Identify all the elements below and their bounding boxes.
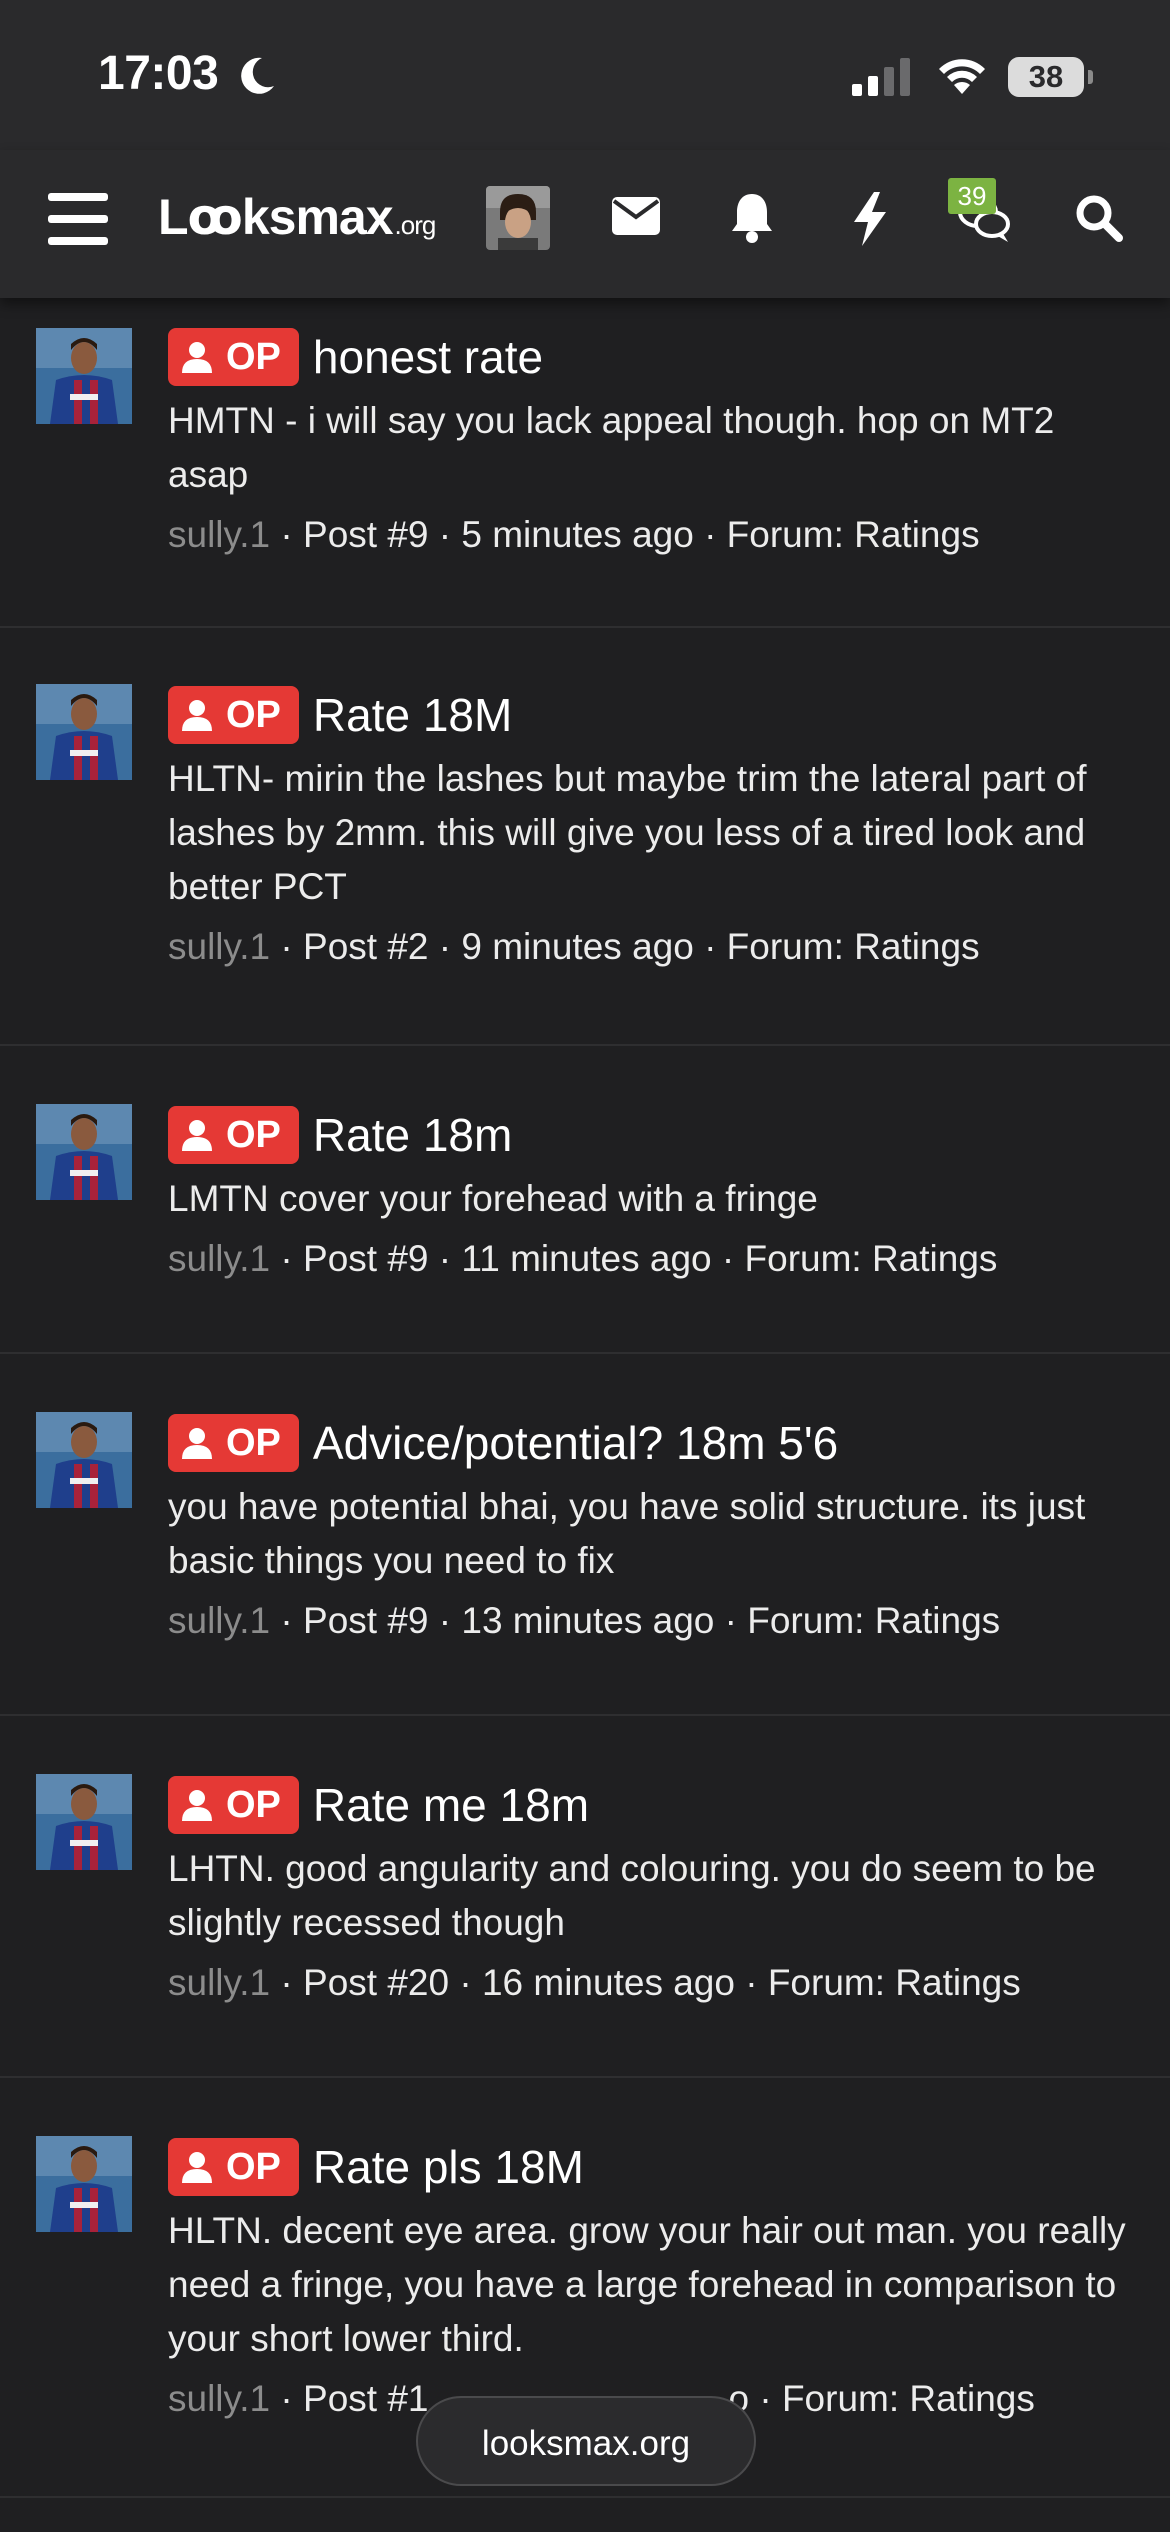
battery-percent: 38 <box>1028 59 1064 94</box>
feed-item[interactable]: OP Rate 18m LMTN cover your forehead wit… <box>0 1046 1170 1354</box>
post-meta-text: · Post #1 <box>270 2378 429 2419</box>
op-badge-label: OP <box>226 1421 281 1464</box>
avatar-image <box>36 328 132 424</box>
wifi-icon <box>939 59 985 94</box>
avatar-image <box>486 186 550 250</box>
poster-avatar[interactable] <box>36 1774 132 1870</box>
thread-title[interactable]: Rate 18M <box>313 688 512 742</box>
post-meta-text: · Post #2 · 9 minutes ago · Forum: Ratin… <box>270 926 980 967</box>
post-snippet: HLTN- mirin the lashes but maybe trim th… <box>168 758 1087 907</box>
post-meta-tail: o · Forum: Ratings <box>728 2378 1035 2419</box>
post-meta: sully.1 · Post #2 · 9 minutes ago · Foru… <box>168 920 1128 974</box>
post-meta: sully.1 · Post #9 · 11 minutes ago · For… <box>168 1232 1128 1286</box>
moon-icon <box>241 57 274 94</box>
post-snippet: you have potential bhai, you have solid … <box>168 1486 1086 1581</box>
avatar-image <box>36 684 132 780</box>
battery-nub <box>1088 70 1093 84</box>
search-icon[interactable] <box>1075 194 1123 242</box>
poster-avatar[interactable] <box>36 1104 132 1200</box>
post-author[interactable]: sully.1 <box>168 1962 270 2003</box>
user-avatar[interactable] <box>486 186 550 250</box>
site-header: Lꝏksmax.org 39 <box>0 150 1170 298</box>
post-meta-text: · Post #9 · 5 minutes ago · Forum: Ratin… <box>270 514 980 555</box>
avatar-image <box>36 1412 132 1508</box>
user-icon <box>182 342 212 373</box>
op-badge: OP <box>168 328 299 386</box>
avatar-image <box>36 1774 132 1870</box>
status-bar: 17:03 38 <box>0 0 1170 150</box>
user-icon <box>182 1428 212 1459</box>
browser-url-pill[interactable]: looksmax.org <box>416 2396 756 2486</box>
thread-title[interactable]: honest rate <box>313 330 543 384</box>
post-snippet: HLTN. decent eye area. grow your hair ou… <box>168 2210 1126 2359</box>
thread-title[interactable]: Rate me 18m <box>313 1778 589 1832</box>
thread-title[interactable]: Rate pls 18M <box>313 2140 584 2194</box>
post-meta-text: · Post #9 · 13 minutes ago · Forum: Rati… <box>270 1600 1001 1641</box>
op-badge-label: OP <box>226 2145 281 2188</box>
post-snippet: LHTN. good angularity and colouring. you… <box>168 1848 1096 1943</box>
post-meta: sully.1 · Post #9 · 5 minutes ago · Foru… <box>168 508 1128 562</box>
feed-item[interactable]: OP Advice/potential? 18m 5'6 you have po… <box>0 1354 1170 1716</box>
bolt-icon[interactable] <box>852 192 888 246</box>
logo-suffix: .org <box>394 210 437 240</box>
op-badge: OP <box>168 686 299 744</box>
browser-url: looksmax.org <box>481 2424 691 2463</box>
user-icon <box>182 700 212 731</box>
avatar-image <box>36 1104 132 1200</box>
user-icon <box>182 2152 212 2183</box>
status-time: 17:03 <box>98 47 219 100</box>
page: 17:03 38 Lꝏksmax.org 39 OP honest rate H… <box>0 0 1170 2532</box>
poster-avatar[interactable] <box>36 328 132 424</box>
post-snippet: HMTN - i will say you lack appeal though… <box>168 400 1055 495</box>
poster-avatar[interactable] <box>36 684 132 780</box>
post-author[interactable]: sully.1 <box>168 926 270 967</box>
avatar-image <box>36 2136 132 2232</box>
site-logo[interactable]: Lꝏksmax.org <box>158 188 437 246</box>
post-meta: sully.1 · Post #9 · 13 minutes ago · For… <box>168 1594 1128 1648</box>
user-icon <box>182 1120 212 1151</box>
mail-icon[interactable] <box>612 197 660 235</box>
post-meta-text: · Post #9 · 11 minutes ago · Forum: Rati… <box>270 1238 998 1279</box>
feed-item[interactable]: OP Rate me 18m LHTN. good angularity and… <box>0 1716 1170 2078</box>
logo-text: Lꝏksmax <box>158 189 394 245</box>
op-badge-label: OP <box>226 1783 281 1826</box>
post-snippet: LMTN cover your forehead with a fringe <box>168 1178 818 1219</box>
post-author[interactable]: sully.1 <box>168 2378 270 2419</box>
bell-icon[interactable] <box>730 192 774 244</box>
op-badge: OP <box>168 1776 299 1834</box>
post-author[interactable]: sully.1 <box>168 1238 270 1279</box>
battery-indicator: 38 <box>1008 57 1084 97</box>
op-badge-label: OP <box>226 335 281 378</box>
post-author[interactable]: sully.1 <box>168 514 270 555</box>
post-author[interactable]: sully.1 <box>168 1600 270 1641</box>
post-meta-text: · Post #20 · 16 minutes ago · Forum: Rat… <box>270 1962 1021 2003</box>
chat-unread-badge: 39 <box>948 178 996 214</box>
op-badge-label: OP <box>226 1113 281 1156</box>
feed-item[interactable]: OP honest rate HMTN - i will say you lac… <box>0 298 1170 628</box>
thread-title[interactable]: Rate 18m <box>313 1108 512 1162</box>
menu-icon[interactable] <box>48 193 108 245</box>
op-badge: OP <box>168 2138 299 2196</box>
op-badge-label: OP <box>226 693 281 736</box>
thread-title[interactable]: Advice/potential? 18m 5'6 <box>313 1416 838 1470</box>
feed-item[interactable]: OP Rate 18M HLTN- mirin the lashes but m… <box>0 628 1170 1046</box>
poster-avatar[interactable] <box>36 2136 132 2232</box>
poster-avatar[interactable] <box>36 1412 132 1508</box>
post-meta: sully.1 · Post #20 · 16 minutes ago · Fo… <box>168 1956 1128 2010</box>
op-badge: OP <box>168 1414 299 1472</box>
user-icon <box>182 1790 212 1821</box>
cellular-signal-icon <box>852 58 910 96</box>
op-badge: OP <box>168 1106 299 1164</box>
